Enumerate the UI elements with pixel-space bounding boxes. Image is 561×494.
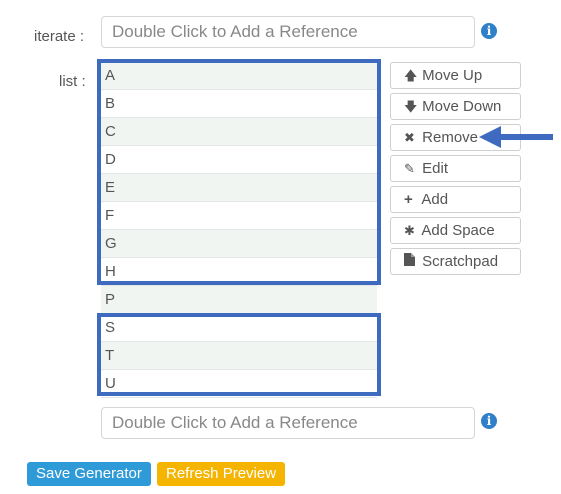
- move-up-button[interactable]: 🡅 Move Up: [390, 62, 521, 89]
- scratchpad-button[interactable]: Scratchpad: [390, 248, 521, 275]
- close-icon: ✖: [404, 130, 415, 145]
- list-item[interactable]: T: [101, 342, 377, 370]
- arrow-down-icon: 🡇: [404, 99, 418, 114]
- asterisk-icon: ✱: [404, 223, 415, 238]
- iterate-label: iterate :: [34, 28, 85, 45]
- add-button[interactable]: + Add: [390, 186, 521, 213]
- move-down-button[interactable]: 🡇 Move Down: [390, 93, 521, 120]
- list-item[interactable]: A: [101, 62, 377, 90]
- list-item[interactable]: C: [101, 118, 377, 146]
- file-icon-svg: [404, 253, 415, 266]
- list-item[interactable]: F: [101, 202, 377, 230]
- list-item[interactable]: B: [101, 90, 377, 118]
- file-icon: [404, 249, 418, 274]
- iterate-reference-field[interactable]: Double Click to Add a Reference: [101, 16, 475, 48]
- pencil-icon: ✎: [404, 161, 415, 176]
- info-icon[interactable]: i: [481, 413, 497, 429]
- list-label: list :: [59, 73, 86, 90]
- scratchpad-label: Scratchpad: [422, 253, 499, 270]
- list-item[interactable]: D: [101, 146, 377, 174]
- list-item[interactable]: E: [101, 174, 377, 202]
- refresh-preview-button[interactable]: Refresh Preview: [157, 462, 286, 486]
- edit-label: Edit: [422, 160, 449, 177]
- list-item[interactable]: H: [101, 258, 377, 286]
- add-space-label: Add Space: [421, 222, 495, 239]
- plus-icon: +: [404, 191, 413, 208]
- list-item[interactable]: U: [101, 370, 377, 398]
- add-space-button[interactable]: ✱ Add Space: [390, 217, 521, 244]
- move-up-label: Move Up: [422, 67, 483, 84]
- add-label: Add: [421, 191, 449, 208]
- list-container: A B C D E F G H P S T U: [101, 62, 377, 398]
- list-item[interactable]: S: [101, 314, 377, 342]
- list-item[interactable]: G: [101, 230, 377, 258]
- edit-button[interactable]: ✎ Edit: [390, 155, 521, 182]
- move-down-label: Move Down: [422, 98, 502, 115]
- list-item[interactable]: P: [101, 286, 377, 314]
- arrow-up-icon: 🡅: [404, 68, 418, 83]
- info-icon[interactable]: i: [481, 23, 497, 39]
- save-generator-button[interactable]: Save Generator: [27, 462, 151, 486]
- pointer-arrow-icon: [479, 126, 553, 148]
- bottom-reference-field[interactable]: Double Click to Add a Reference: [101, 407, 475, 439]
- remove-label: Remove: [422, 129, 479, 146]
